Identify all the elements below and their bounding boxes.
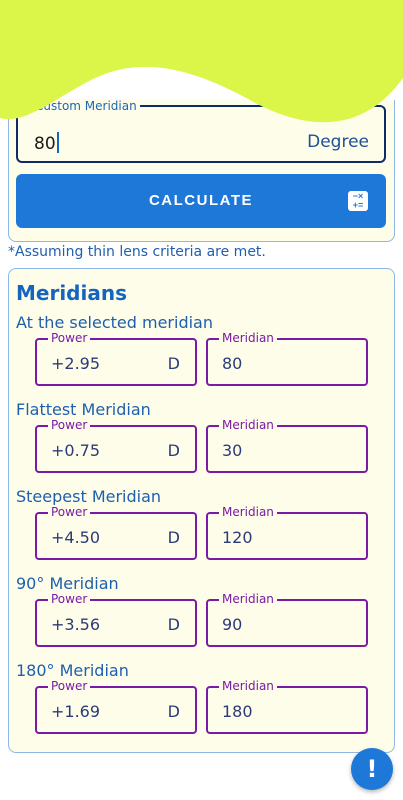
meridian-field[interactable]: Meridian 30 [206, 418, 368, 473]
meridians-title: Meridians [16, 281, 127, 305]
header-wave [0, 0, 403, 123]
power-value: +3.56 [51, 615, 101, 634]
thin-lens-note: *Assuming thin lens criteria are met. [8, 244, 266, 260]
diopter-unit: D [167, 615, 180, 634]
meridian-field[interactable]: Meridian 120 [206, 505, 368, 560]
meridian-value: 80 [222, 354, 243, 373]
degree-unit: Degree [307, 132, 369, 152]
meridian-value: 180 [222, 702, 253, 721]
calculate-button[interactable]: CALCULATE −× += [16, 174, 386, 228]
power-label: Power [48, 418, 91, 432]
meridian-field[interactable]: Meridian 90 [206, 592, 368, 647]
meridian-field[interactable]: Meridian 80 [206, 331, 368, 386]
power-label: Power [48, 331, 91, 345]
power-field[interactable]: Power +2.95 D [35, 331, 197, 386]
diopter-unit: D [167, 528, 180, 547]
meridian-label: Meridian [219, 505, 277, 519]
custom-meridian-value[interactable]: 80 [34, 132, 59, 154]
meridian-value: 30 [222, 441, 243, 460]
diopter-unit: D [167, 702, 180, 721]
calculate-label: CALCULATE [148, 192, 254, 209]
power-label: Power [48, 505, 91, 519]
power-value: +4.50 [51, 528, 101, 547]
power-label: Power [48, 679, 91, 693]
calculator-icon: −× += [348, 191, 368, 211]
power-field[interactable]: Power +1.69 D [35, 679, 197, 734]
power-value: +1.69 [51, 702, 101, 721]
meridian-label: Meridian [219, 418, 277, 432]
power-label: Power [48, 592, 91, 606]
row-label-steepest: Steepest Meridian [16, 487, 162, 506]
meridian-label: Meridian [219, 679, 277, 693]
row-label-90: 90° Meridian [16, 574, 119, 593]
power-field[interactable]: Power +4.50 D [35, 505, 197, 560]
diopter-unit: D [167, 441, 180, 460]
meridian-value: 120 [222, 528, 253, 547]
power-field[interactable]: Power +3.56 D [35, 592, 197, 647]
meridian-value: 90 [222, 615, 243, 634]
meridian-field[interactable]: Meridian 180 [206, 679, 368, 734]
meridian-label: Meridian [219, 592, 277, 606]
row-label-180: 180° Meridian [16, 661, 129, 680]
diopter-unit: D [167, 354, 180, 373]
power-value: +2.95 [51, 354, 101, 373]
power-field[interactable]: Power +0.75 D [35, 418, 197, 473]
row-label-flattest: Flattest Meridian [16, 400, 151, 419]
row-label-selected: At the selected meridian [16, 313, 213, 332]
info-fab-button[interactable]: ! [351, 748, 393, 790]
text-caret [56, 132, 59, 153]
meridian-label: Meridian [219, 331, 277, 345]
exclamation-icon: ! [366, 755, 378, 783]
power-value: +0.75 [51, 441, 101, 460]
